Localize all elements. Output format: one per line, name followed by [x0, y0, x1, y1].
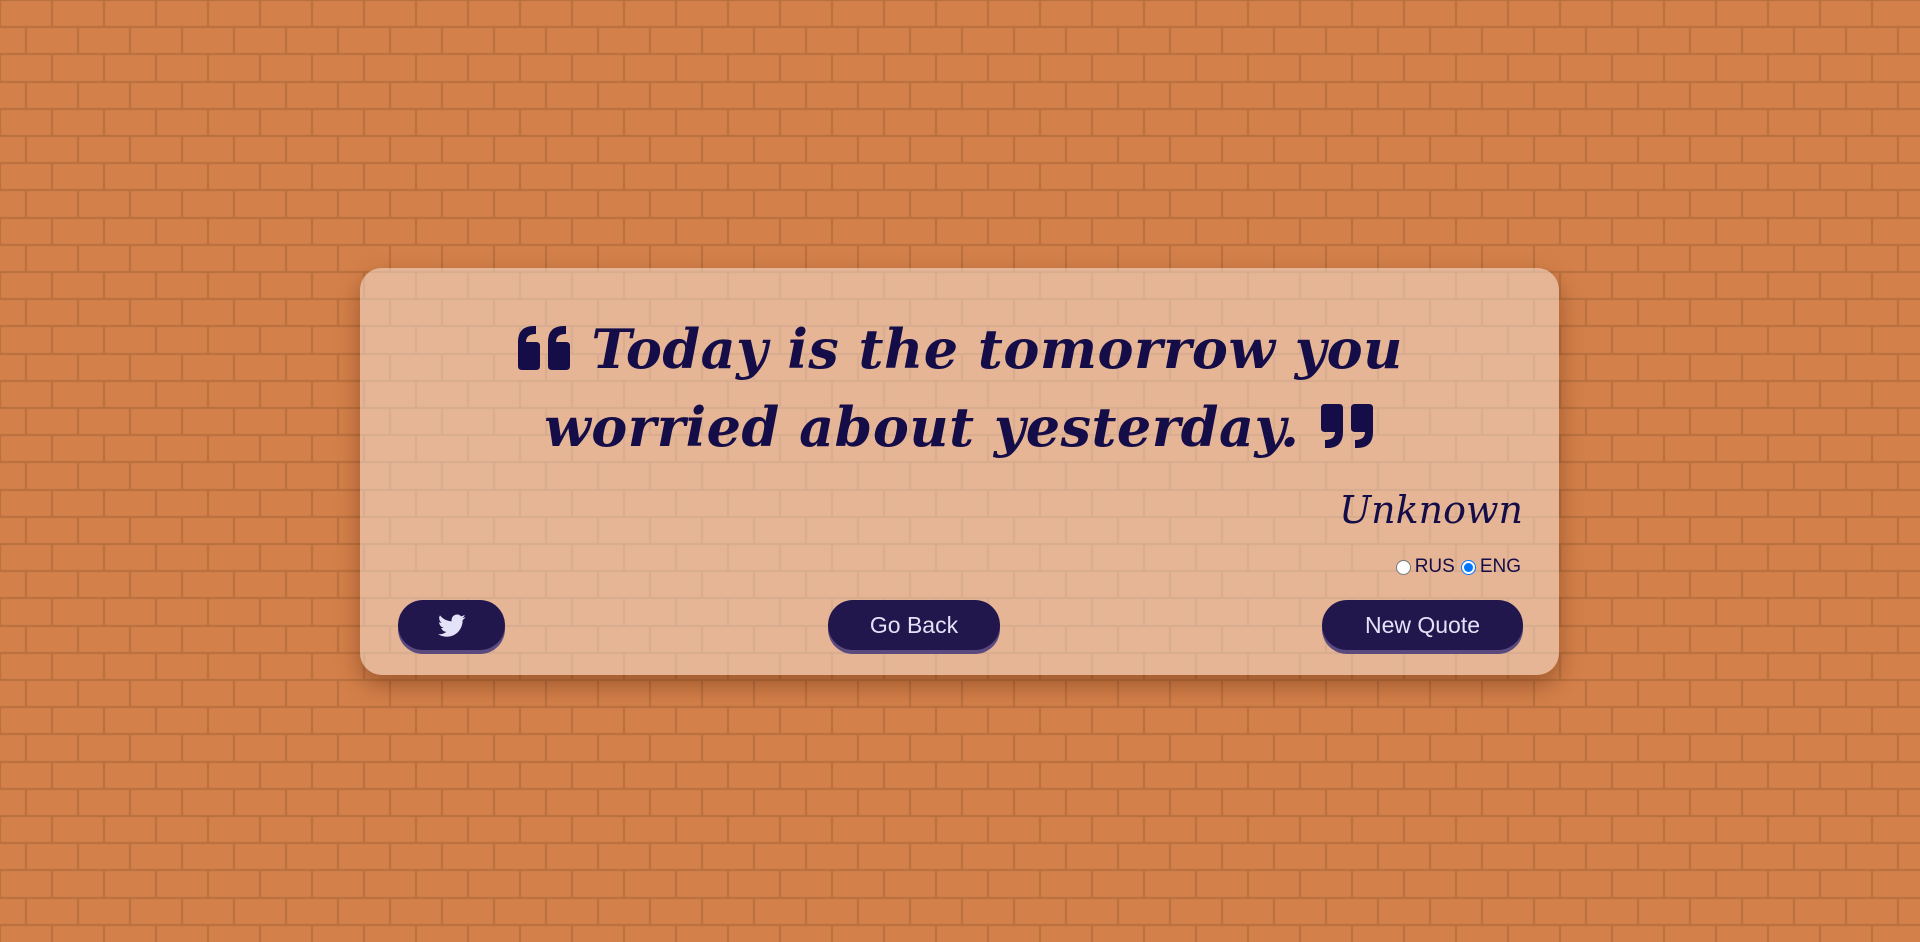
language-selector: RUS ENG: [1392, 556, 1521, 578]
quote-text: Today is the tomorrow you worried about …: [544, 317, 1403, 459]
quote-left-icon: [516, 316, 572, 390]
quote-right-icon: [1319, 394, 1375, 468]
twitter-icon: [437, 612, 466, 638]
go-back-button[interactable]: Go Back: [828, 600, 1000, 650]
radio-eng-label: ENG: [1479, 556, 1521, 577]
new-quote-button[interactable]: New Quote: [1322, 600, 1523, 650]
quote-text-block: Today is the tomorrow you worried about …: [400, 312, 1519, 468]
quote-card: Today is the tomorrow you worried about …: [360, 268, 1559, 675]
tweet-button[interactable]: [398, 600, 505, 650]
quote-author: Unknown: [1339, 488, 1523, 532]
radio-rus[interactable]: [1395, 559, 1411, 575]
radio-rus-label: RUS: [1414, 556, 1455, 577]
radio-eng[interactable]: [1460, 559, 1476, 575]
